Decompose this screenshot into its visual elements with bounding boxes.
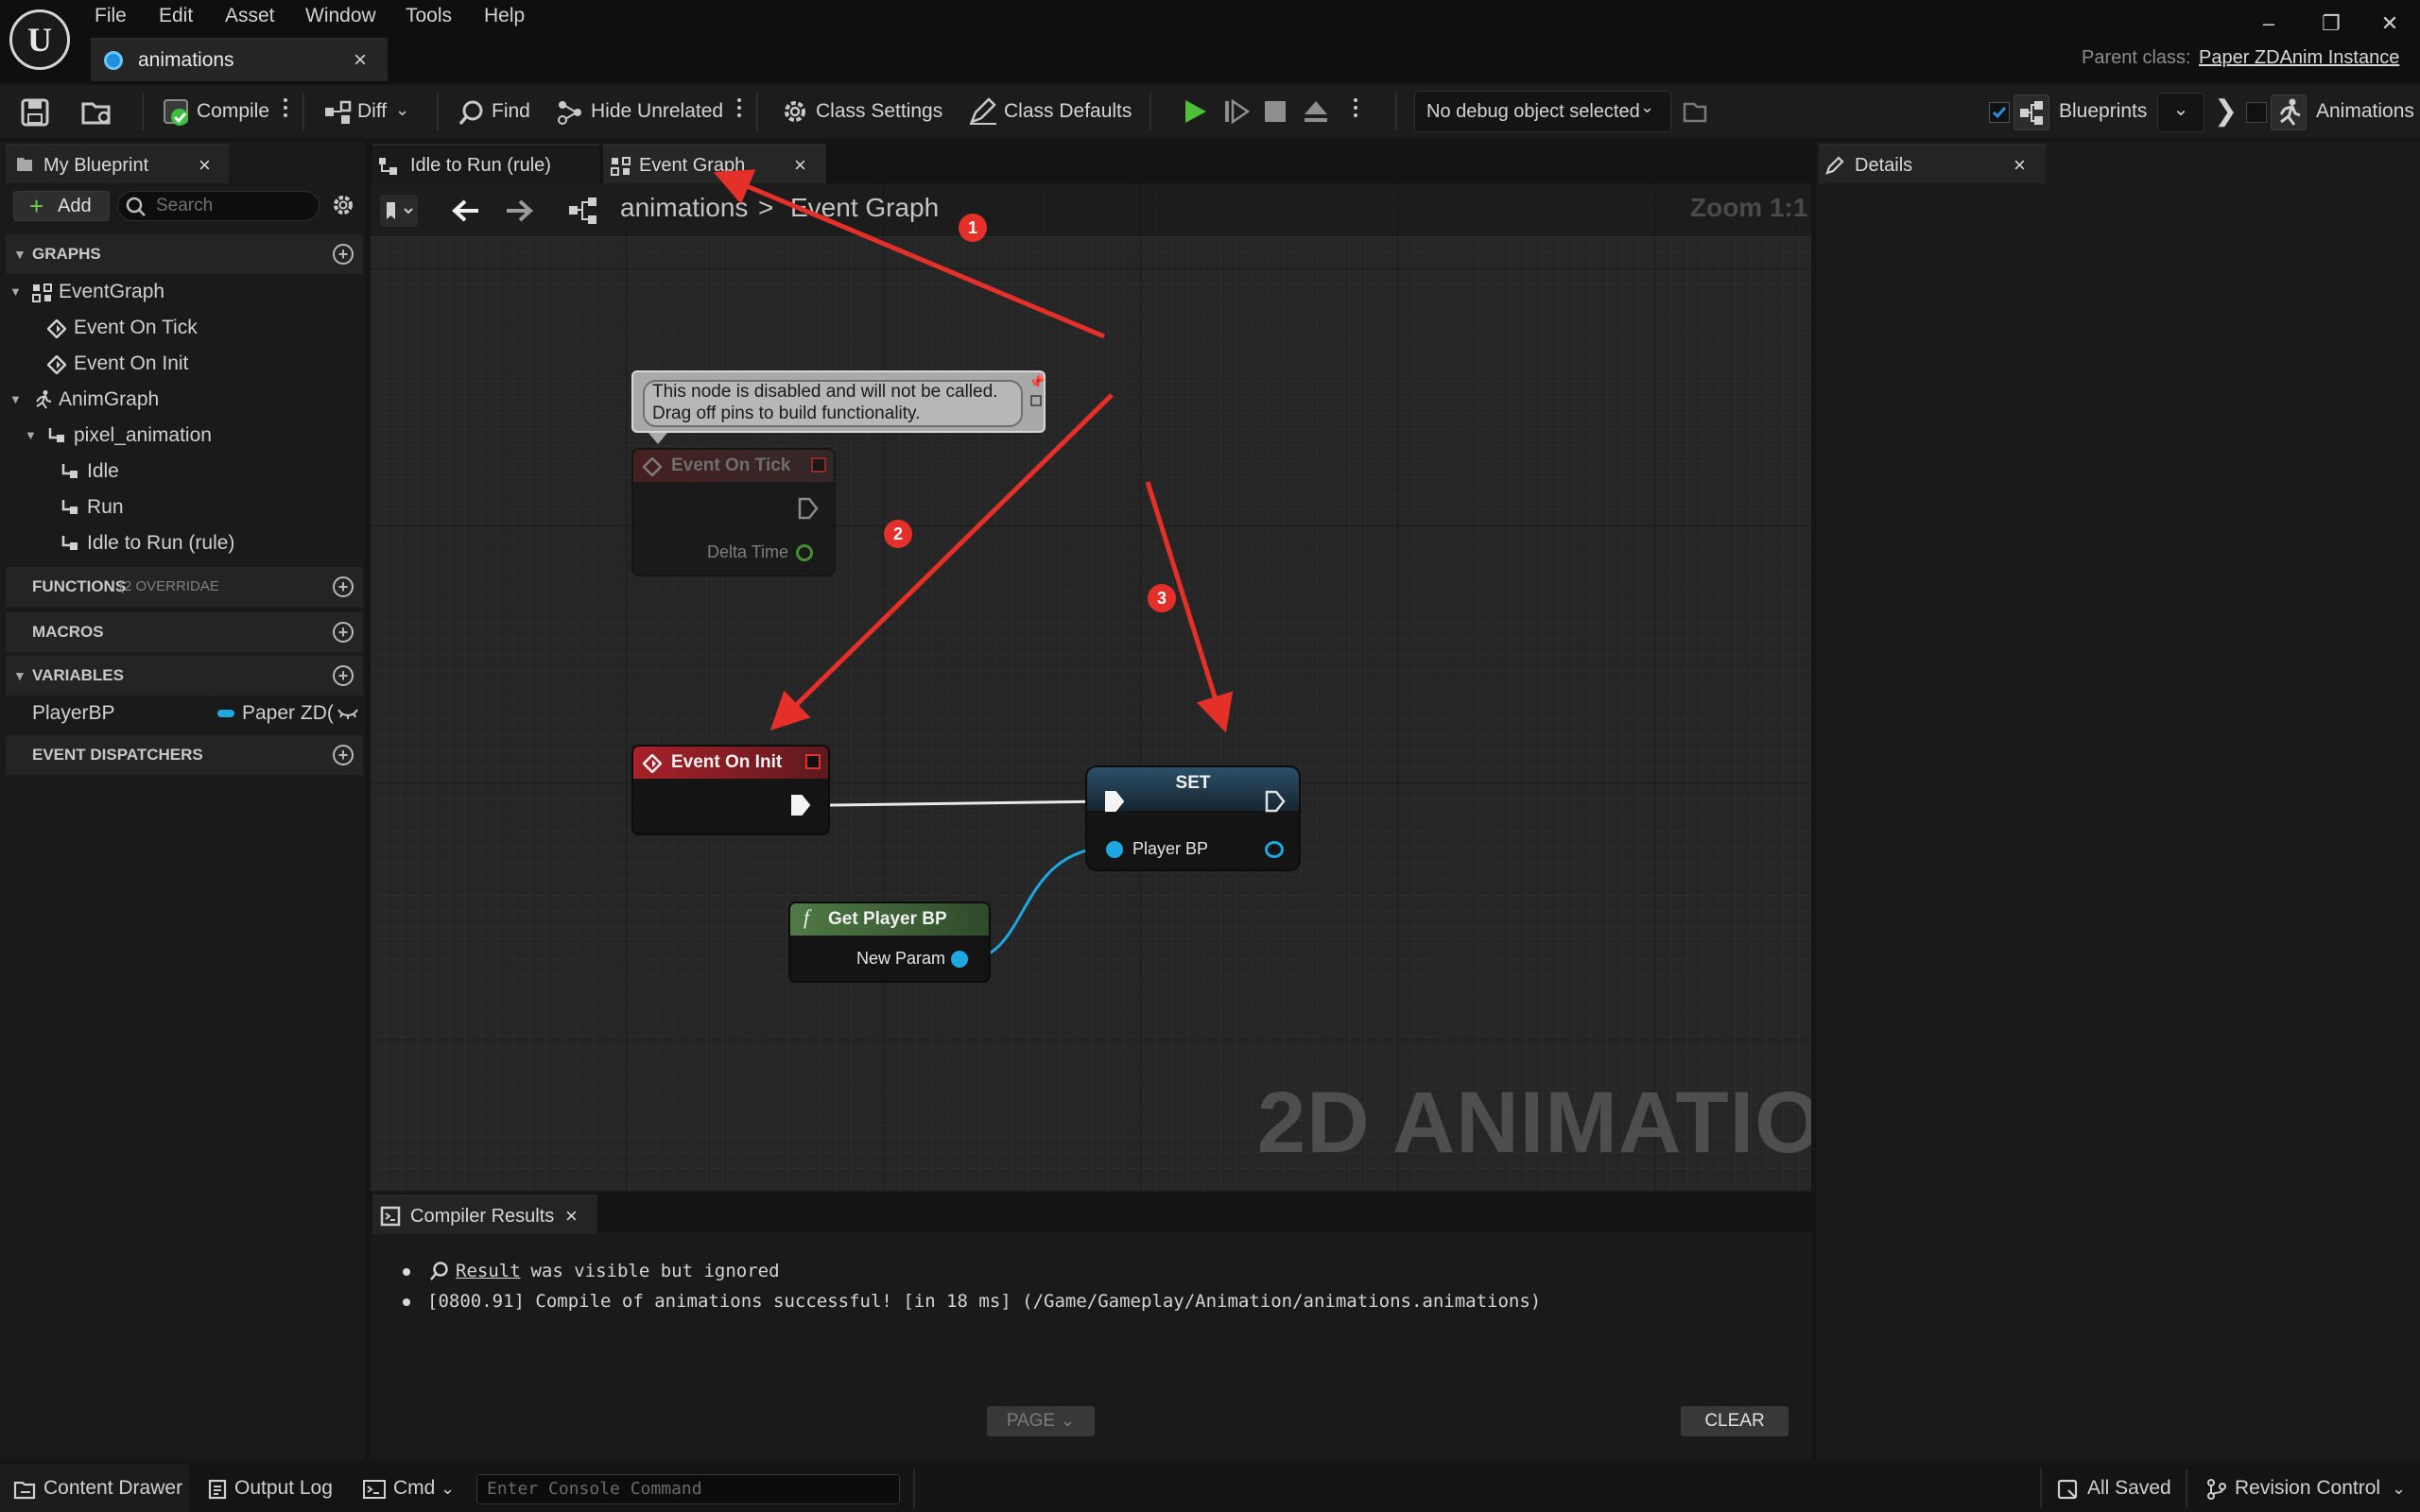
revision-chevron-down-icon: ⌄ <box>2392 1479 2407 1498</box>
annotation-marker-3: 3 <box>1148 584 1176 612</box>
details-tab-label: Details <box>1855 155 1913 176</box>
console-icon <box>363 1480 386 1499</box>
status-separator <box>913 1469 915 1508</box>
content-drawer-label: Content Drawer <box>43 1477 183 1499</box>
compiler-close-icon[interactable]: × <box>565 1196 578 1236</box>
cmd-label: Cmd <box>393 1477 436 1499</box>
annotation-marker-2: 2 <box>884 520 912 548</box>
annotation-arrow-2 <box>769 393 1114 731</box>
details-pencil-icon <box>1825 156 1844 175</box>
compiler-tab-label: Compiler Results <box>410 1206 555 1227</box>
console-placeholder: Enter Console Command <box>487 1479 702 1499</box>
revision-branch-icon <box>2207 1479 2226 1500</box>
details-close-icon[interactable]: × <box>2014 146 2026 185</box>
output-log-button[interactable]: Output Log <box>195 1465 337 1512</box>
tab-details[interactable]: Details × <box>1819 144 2046 183</box>
content-drawer-icon <box>13 1481 36 1500</box>
annotation-arrow-1 <box>713 169 1105 339</box>
bullet <box>403 1268 410 1276</box>
status-separator <box>2040 1469 2042 1508</box>
result-search-icon <box>430 1262 448 1280</box>
compiler-log-icon <box>380 1206 401 1227</box>
revision-control-label: Revision Control <box>2235 1477 2381 1499</box>
page-dropdown[interactable]: PAGE ⌄ <box>987 1406 1095 1436</box>
all-saved-button[interactable]: All Saved <box>2057 1465 2180 1512</box>
cmd-dropdown[interactable]: Cmd ⌄ <box>352 1465 458 1512</box>
clear-button[interactable]: CLEAR <box>1681 1406 1789 1436</box>
output-log-label: Output Log <box>234 1477 333 1499</box>
result-link[interactable]: Result <box>456 1261 521 1281</box>
compiler-line-2: [0800.91] Compile of animations successf… <box>427 1291 1542 1312</box>
status-separator <box>2186 1469 2187 1508</box>
annotation-marker-1: 1 <box>959 214 987 242</box>
page-chevron-down-icon: ⌄ <box>1060 1411 1076 1431</box>
content-drawer-button[interactable]: Content Drawer <box>0 1465 189 1512</box>
compiler-line-1: was visible but ignored <box>520 1261 780 1281</box>
revision-control-button[interactable]: Revision Control ⌄ <box>2206 1465 2414 1512</box>
details-panel <box>1817 142 2420 1459</box>
bullet <box>403 1298 410 1306</box>
cmd-chevron-down-icon: ⌄ <box>441 1479 456 1498</box>
console-input[interactable]: Enter Console Command <box>476 1474 900 1504</box>
page-label: PAGE <box>1006 1411 1056 1431</box>
tab-compiler-results[interactable]: Compiler Results × <box>372 1194 597 1234</box>
save-status-icon <box>2057 1479 2078 1500</box>
all-saved-label: All Saved <box>2087 1477 2171 1499</box>
output-log-icon <box>208 1479 227 1500</box>
